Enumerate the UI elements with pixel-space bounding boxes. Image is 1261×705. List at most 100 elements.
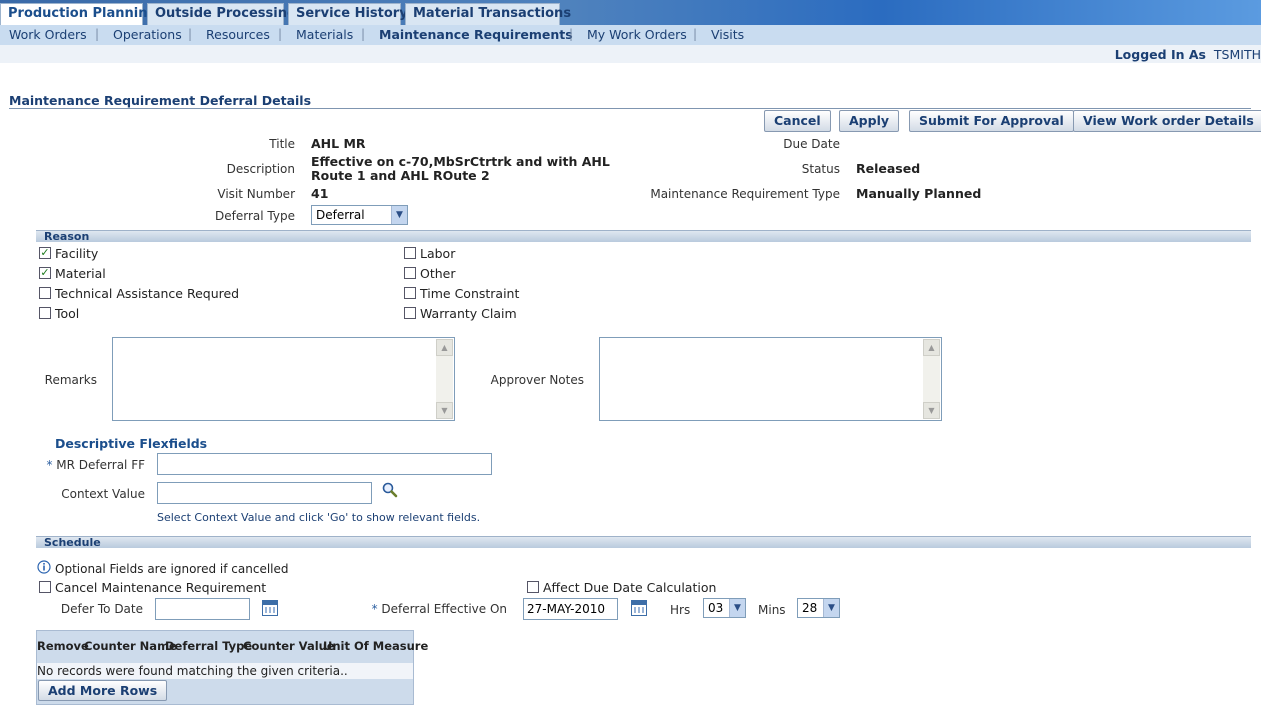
affect-due-date-label: Affect Due Date Calculation	[543, 580, 717, 595]
scroll-down-icon[interactable]: ▼	[436, 402, 453, 419]
warranty-claim-label: Warranty Claim	[420, 306, 517, 321]
material-label: Material	[55, 266, 106, 281]
subnav-separator: |	[95, 27, 100, 41]
time-constraint-checkbox[interactable]	[404, 287, 416, 299]
subnav-operations[interactable]: Operations	[113, 27, 182, 42]
title-value: AHL MR	[311, 136, 366, 151]
subnav-separator: |	[361, 27, 366, 41]
remarks-label: Remarks	[44, 373, 97, 387]
subnav-visits[interactable]: Visits	[711, 27, 744, 42]
column-header-deferral-type: Deferral Type	[165, 639, 253, 653]
schedule-info-text: Optional Fields are ignored if cancelled	[55, 562, 289, 576]
approver-notes-scrollbar[interactable]: ▲ ▼	[923, 339, 940, 419]
deferral-effective-label-row: * Deferral Effective On	[372, 602, 507, 616]
warranty-claim-checkbox[interactable]	[404, 307, 416, 319]
subnav-my-work-orders[interactable]: My Work Orders	[587, 27, 687, 42]
add-more-rows-button[interactable]: Add More Rows	[38, 680, 168, 701]
cancel-button[interactable]: Cancel	[764, 110, 831, 132]
view-work-order-details-button[interactable]: View Work order Details	[1073, 110, 1261, 132]
tab-production-planning[interactable]: Production Planning	[0, 3, 157, 25]
visit-number-label: Visit Number	[217, 187, 295, 201]
deferral-type-value: Deferral	[316, 208, 365, 222]
affect-due-date-checkbox[interactable]	[527, 581, 539, 593]
page-title: Maintenance Requirement Deferral Details	[9, 93, 312, 108]
approver-notes-label: Approver Notes	[490, 373, 584, 387]
title-divider	[9, 108, 1251, 109]
technical-assistance-checkbox[interactable]	[39, 287, 51, 299]
subnav-maintenance-requirements[interactable]: Maintenance Requirements	[379, 27, 573, 42]
cancel-mr-label: Cancel Maintenance Requirement	[55, 580, 267, 595]
labor-label: Labor	[420, 246, 456, 261]
logged-in-label: Logged In As	[1114, 47, 1206, 62]
facility-label: Facility	[55, 246, 99, 261]
deferral-effective-input[interactable]: 27-MAY-2010	[523, 598, 618, 620]
status-value: Released	[856, 161, 921, 176]
apply-button[interactable]: Apply	[839, 110, 900, 132]
remarks-scrollbar[interactable]: ▲ ▼	[436, 339, 453, 419]
context-hint: Select Context Value and click 'Go' to s…	[157, 511, 481, 524]
status-label: Status	[801, 162, 840, 176]
tab-material-transactions[interactable]: Material Transactions	[405, 3, 571, 25]
calendar-icon[interactable]	[631, 600, 647, 616]
column-header-unit-of-measure: Unit Of Measure	[323, 639, 429, 653]
required-asterisk: *	[46, 458, 57, 472]
scroll-down-icon[interactable]: ▼	[923, 402, 940, 419]
other-label: Other	[420, 266, 456, 281]
subnav-separator: |	[569, 27, 574, 41]
context-value-label: Context Value	[61, 487, 145, 501]
subnav-separator: |	[693, 27, 698, 41]
info-icon	[37, 560, 51, 574]
column-header-counter-value: Counter Value	[243, 639, 335, 653]
mr-deferral-ff-label: MR Deferral FF	[56, 458, 145, 472]
calendar-icon[interactable]	[262, 600, 278, 616]
search-icon[interactable]	[381, 481, 399, 499]
subnav-separator: |	[188, 27, 193, 41]
labor-checkbox[interactable]	[404, 247, 416, 259]
user-strip	[0, 45, 1261, 63]
tab-outside-processing[interactable]: Outside Processing	[147, 3, 296, 25]
deferral-effective-value: 27-MAY-2010	[527, 602, 606, 616]
defer-to-date-label: Defer To Date	[60, 602, 143, 616]
scroll-up-icon[interactable]: ▲	[436, 339, 453, 356]
minutes-value: 28	[802, 601, 818, 615]
chevron-down-icon: ▼	[823, 599, 839, 617]
mr-deferral-ff-label-row: * MR Deferral FF	[46, 458, 145, 472]
description-label: Description	[226, 162, 295, 176]
material-checkbox[interactable]: ✓	[39, 267, 51, 279]
subnav-separator: |	[278, 27, 283, 41]
minutes-select[interactable]: 28 ▼	[797, 598, 840, 618]
description-line-2: Route 1 and AHL ROute 2	[311, 168, 490, 183]
cancel-mr-checkbox[interactable]	[39, 581, 51, 593]
deferral-type-label: Deferral Type	[215, 209, 295, 223]
deferral-type-select[interactable]: Deferral ▼	[311, 205, 408, 225]
remarks-textarea[interactable]: ▲ ▼	[112, 337, 455, 421]
title-label: Title	[269, 137, 295, 151]
required-asterisk: *	[371, 602, 382, 616]
defer-to-date-input[interactable]	[155, 598, 250, 620]
other-checkbox[interactable]	[404, 267, 416, 279]
mr-type-label: Maintenance Requirement Type	[650, 187, 840, 201]
hours-select[interactable]: 03 ▼	[703, 598, 746, 618]
submit-for-approval-button[interactable]: Submit For Approval	[909, 110, 1074, 132]
tab-service-history[interactable]: Service History	[288, 3, 408, 25]
user-name: TSMITH	[1213, 47, 1261, 62]
hours-value: 03	[708, 601, 724, 615]
scroll-up-icon[interactable]: ▲	[923, 339, 940, 356]
column-header-remove: Remove	[37, 639, 89, 653]
chevron-down-icon: ▼	[729, 599, 745, 617]
tool-checkbox[interactable]	[39, 307, 51, 319]
facility-checkbox[interactable]: ✓	[39, 247, 51, 259]
due-date-label: Due Date	[783, 137, 840, 151]
subnav-work-orders[interactable]: Work Orders	[9, 27, 87, 42]
context-value-input[interactable]	[157, 482, 372, 504]
approver-notes-textarea[interactable]: ▲ ▼	[599, 337, 942, 421]
time-constraint-label: Time Constraint	[420, 286, 520, 301]
technical-assistance-label: Technical Assistance Requred	[55, 286, 240, 301]
subnav-resources[interactable]: Resources	[206, 27, 270, 42]
mr-deferral-ff-input[interactable]	[157, 453, 492, 475]
mr-type-value: Manually Planned	[856, 186, 982, 201]
logged-in-info: Logged In As TSMITH	[1115, 47, 1261, 62]
subnav-materials[interactable]: Materials	[296, 27, 353, 42]
column-header-counter-name: Counter Name	[84, 639, 177, 653]
tool-label: Tool	[55, 306, 80, 321]
